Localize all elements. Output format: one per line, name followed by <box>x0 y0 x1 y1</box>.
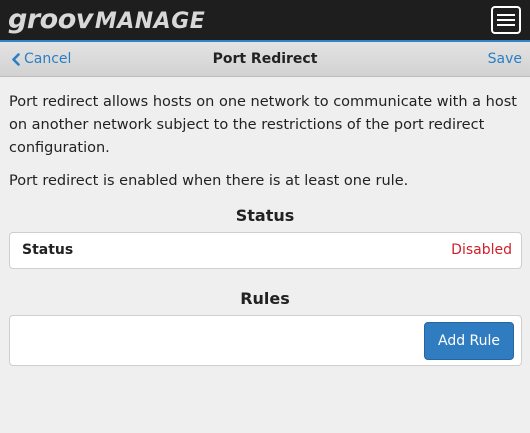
cancel-button[interactable]: Cancel <box>11 42 71 76</box>
rules-heading: Rules <box>240 289 290 308</box>
description-paragraph: Port redirect allows hosts on one networ… <box>9 94 517 156</box>
logo-text-manage: MANAGE <box>94 9 206 34</box>
add-rule-button[interactable]: Add Rule <box>424 322 514 360</box>
menu-bar <box>497 14 515 16</box>
hamburger-menu-icon[interactable] <box>491 6 521 34</box>
app-header: groov MANAGE <box>0 0 530 40</box>
page-navbar: Cancel Port Redirect Save <box>0 40 530 77</box>
menu-bar <box>497 19 515 21</box>
rules-card: Add Rule <box>9 315 522 366</box>
chevron-left-icon <box>12 52 20 66</box>
status-label: Status <box>22 242 74 258</box>
page-title: Port Redirect <box>212 51 318 67</box>
status-value: Disabled <box>451 242 512 258</box>
status-card: Status Disabled <box>9 232 522 269</box>
menu-bar <box>497 24 515 26</box>
logo-text-groov: groov <box>8 4 93 35</box>
description-paragraph: Port redirect is enabled when there is a… <box>9 173 409 189</box>
page-description: Port redirect allows hosts on one networ… <box>9 91 521 193</box>
cancel-label: Cancel <box>24 51 72 67</box>
save-button[interactable]: Save <box>488 42 522 76</box>
status-heading: Status <box>235 206 295 225</box>
groov-manage-logo: groov MANAGE <box>8 4 205 36</box>
